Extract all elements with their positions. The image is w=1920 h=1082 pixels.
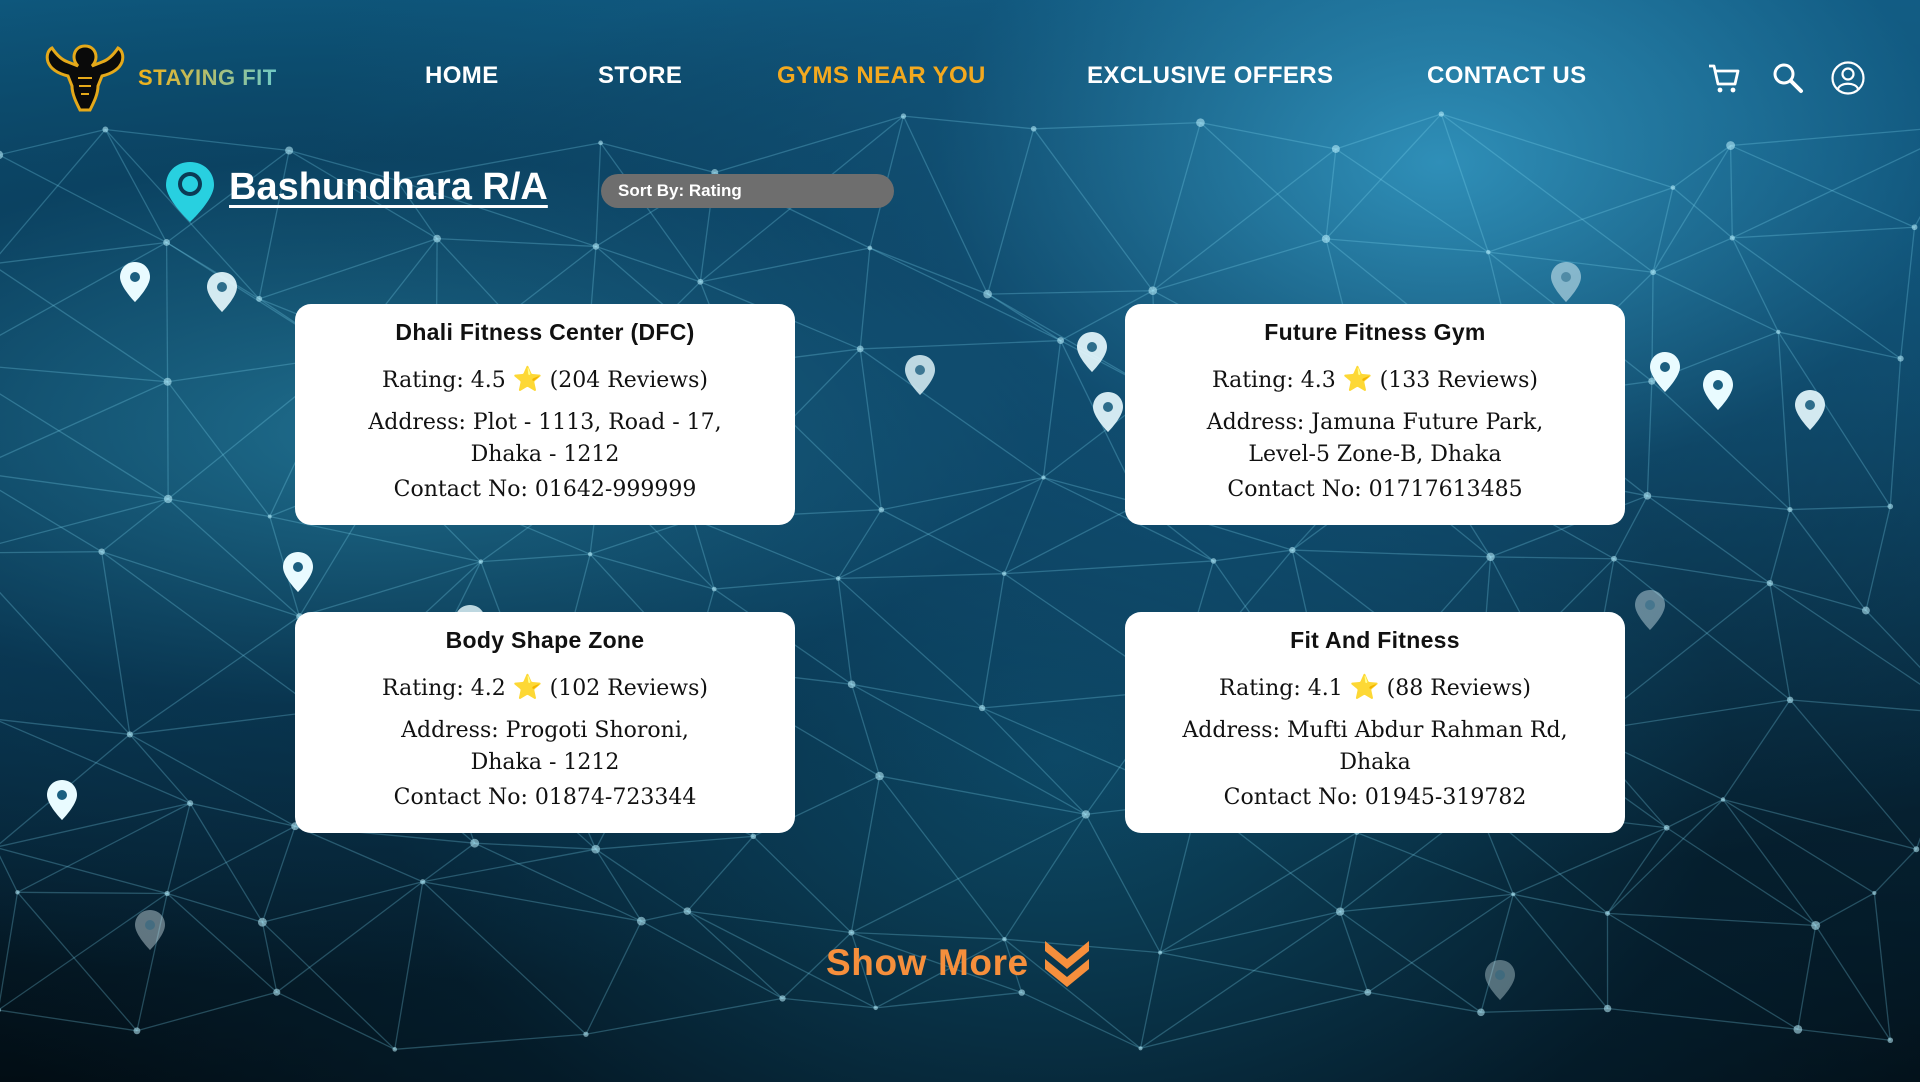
gym-address: Address: Jamuna Future Park, Level-5 Zon… bbox=[1125, 407, 1625, 471]
nav-home[interactable]: HOME bbox=[425, 62, 499, 90]
cart-icon[interactable] bbox=[1706, 60, 1742, 96]
user-account-icon[interactable] bbox=[1830, 60, 1866, 96]
address-line-1: Address: Jamuna Future Park, bbox=[1206, 410, 1544, 435]
star-icon: ⭐ bbox=[1349, 673, 1380, 701]
address-line-1: Address: Plot - 1113, Road - 17, bbox=[368, 410, 722, 435]
address-line-2: Dhaka - 1212 bbox=[470, 750, 620, 775]
gym-card[interactable]: Fit And Fitness Rating: 4.1 ⭐ (88 Review… bbox=[1125, 612, 1625, 833]
gym-contact: Contact No: 01945-319782 bbox=[1223, 785, 1527, 810]
show-more-label: Show More bbox=[826, 942, 1029, 983]
gym-rating: Rating: 4.1 ⭐ (88 Reviews) bbox=[1125, 673, 1625, 701]
network-background bbox=[0, 111, 1920, 1052]
gym-rating: Rating: 4.2 ⭐ (102 Reviews) bbox=[295, 673, 795, 701]
nav-exclusive-offers[interactable]: EXCLUSIVE OFFERS bbox=[1087, 62, 1333, 90]
gym-contact: Contact No: 01874-723344 bbox=[393, 785, 697, 810]
address-line-1: Address: Progoti Shoroni, bbox=[401, 718, 689, 743]
show-more-button[interactable]: Show More bbox=[826, 935, 1093, 991]
star-icon: ⭐ bbox=[1342, 365, 1373, 393]
address-line-2: Level-5 Zone-B, Dhaka bbox=[1248, 442, 1502, 467]
nav-gyms-near-you[interactable]: GYMS NEAR YOU bbox=[777, 62, 986, 90]
gym-name: Body Shape Zone bbox=[445, 627, 645, 653]
gym-card[interactable]: Body Shape Zone Rating: 4.2 ⭐ (102 Revie… bbox=[295, 612, 795, 833]
gym-card[interactable]: Dhali Fitness Center (DFC) Rating: 4.5 ⭐… bbox=[295, 304, 795, 525]
rating-value: Rating: 4.2 bbox=[382, 676, 506, 701]
gym-address: Address: Mufti Abdur Rahman Rd, Dhaka bbox=[1125, 715, 1625, 779]
search-icon[interactable] bbox=[1770, 60, 1806, 96]
star-icon: ⭐ bbox=[512, 673, 543, 701]
nav-store[interactable]: STORE bbox=[598, 62, 682, 90]
review-count: (133 Reviews) bbox=[1379, 368, 1538, 393]
review-count: (88 Reviews) bbox=[1386, 676, 1531, 701]
star-icon: ⭐ bbox=[512, 365, 543, 393]
rating-value: Rating: 4.3 bbox=[1212, 368, 1336, 393]
nav-contact-us[interactable]: CONTACT US bbox=[1427, 62, 1587, 90]
address-line-2: Dhaka bbox=[1339, 750, 1411, 775]
address-line-2: Dhaka - 1212 bbox=[470, 442, 620, 467]
gym-card[interactable]: Future Fitness Gym Rating: 4.3 ⭐ (133 Re… bbox=[1125, 304, 1625, 525]
gym-address: Address: Progoti Shoroni, Dhaka - 1212 bbox=[295, 715, 795, 779]
rating-value: Rating: 4.1 bbox=[1219, 676, 1343, 701]
gym-rating: Rating: 4.5 ⭐ (204 Reviews) bbox=[295, 365, 795, 393]
review-count: (102 Reviews) bbox=[549, 676, 708, 701]
location-title[interactable]: Bashundhara R/A bbox=[229, 166, 548, 209]
address-line-1: Address: Mufti Abdur Rahman Rd, bbox=[1182, 718, 1568, 743]
gym-name: Future Fitness Gym bbox=[1264, 319, 1486, 345]
sort-dropdown[interactable]: Sort By: Rating bbox=[601, 174, 894, 208]
gym-contact: Contact No: 01717613485 bbox=[1227, 477, 1523, 502]
main-nav: HOME STORE GYMS NEAR YOU EXCLUSIVE OFFER… bbox=[0, 62, 1920, 98]
map-pin-icon bbox=[166, 162, 214, 222]
gym-contact: Contact No: 01642-999999 bbox=[393, 477, 697, 502]
rating-value: Rating: 4.5 bbox=[382, 368, 506, 393]
gym-name: Fit And Fitness bbox=[1290, 627, 1460, 653]
gym-name: Dhali Fitness Center (DFC) bbox=[395, 319, 695, 345]
gym-address: Address: Plot - 1113, Road - 17, Dhaka -… bbox=[295, 407, 795, 471]
gym-rating: Rating: 4.3 ⭐ (133 Reviews) bbox=[1125, 365, 1625, 393]
review-count: (204 Reviews) bbox=[549, 368, 708, 393]
double-chevron-down-icon bbox=[1044, 941, 1089, 987]
